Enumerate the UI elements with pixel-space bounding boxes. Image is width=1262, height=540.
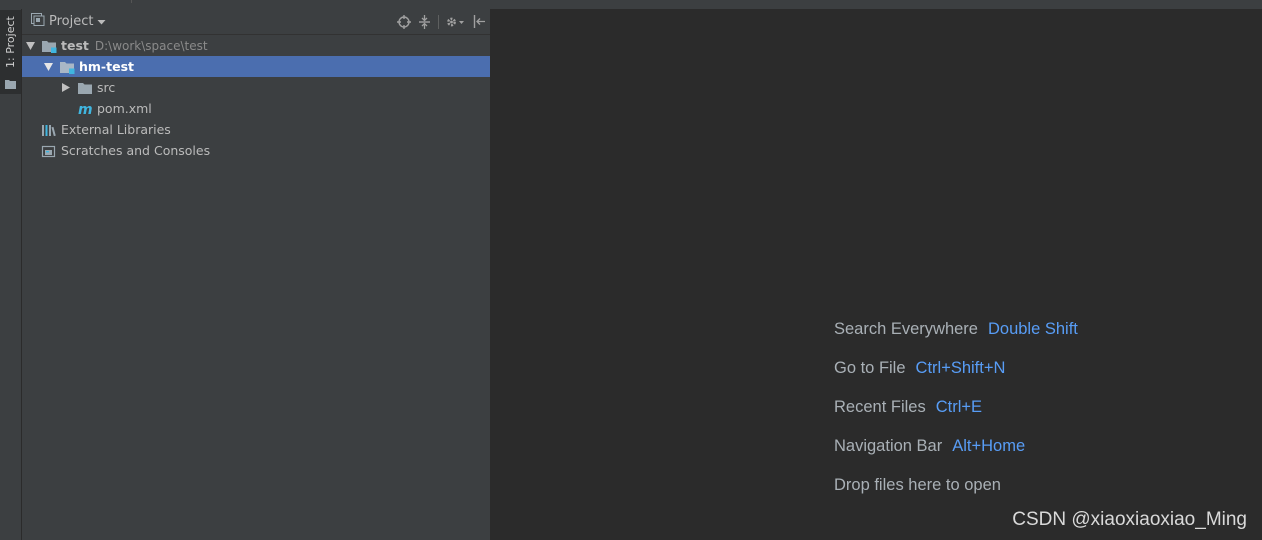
hint-shortcut: Ctrl+E <box>935 398 983 416</box>
svg-text:m: m <box>78 102 93 116</box>
editor-empty-area[interactable]: Search Everywhere Double Shift Go to File… <box>490 9 1262 540</box>
left-tool-window-strip: 1: Project <box>0 9 22 540</box>
project-tool-window-tab[interactable]: 1: Project <box>0 10 21 94</box>
project-path: D:\work\space\test <box>94 39 208 53</box>
module-folder-icon <box>41 38 57 54</box>
collapse-all-icon[interactable] <box>417 14 432 29</box>
libraries-icon <box>41 122 57 138</box>
top-bar-divider <box>131 0 132 3</box>
folder-icon <box>77 80 93 96</box>
editor-hints: Search Everywhere Double Shift Go to File… <box>834 316 1078 511</box>
tree-node-hm-test[interactable]: hm-test <box>22 56 490 77</box>
project-panel-title: Project <box>49 14 94 29</box>
hint-go-to-file: Go to File Ctrl+Shift+N <box>834 355 1078 394</box>
scratches-icon <box>41 143 57 159</box>
module-folder-icon <box>59 59 75 75</box>
hint-recent-files: Recent Files Ctrl+E <box>834 394 1078 433</box>
project-tab-label: 1: Project <box>4 16 17 68</box>
watermark: CSDN @xiaoxiaoxiao_Ming <box>1012 509 1247 530</box>
toolbar-separator <box>438 14 439 29</box>
hide-panel-icon[interactable] <box>471 14 486 29</box>
hint-search-everywhere: Search Everywhere Double Shift <box>834 316 1078 355</box>
tree-node-label: src <box>97 80 116 95</box>
tree-node-external-libraries[interactable]: External Libraries <box>22 119 490 140</box>
tree-node-test[interactable]: test D:\work\space\test <box>22 35 490 56</box>
collapsed-arrow-icon[interactable] <box>61 83 71 93</box>
hint-label: Recent Files <box>834 398 926 416</box>
hint-navigation-bar: Navigation Bar Alt+Home <box>834 433 1078 472</box>
chevron-down-icon <box>97 14 106 29</box>
gear-icon[interactable] <box>445 14 465 29</box>
hint-label: Drop files here to open <box>834 476 1001 494</box>
project-panel: Project test D:\work\space\test hm-test … <box>22 9 490 540</box>
hint-shortcut: Ctrl+Shift+N <box>915 359 1006 377</box>
hint-shortcut: Double Shift <box>987 320 1078 338</box>
hint-label: Go to File <box>834 359 906 377</box>
expanded-arrow-icon[interactable] <box>25 41 35 51</box>
locate-icon[interactable] <box>396 14 411 29</box>
hint-label: Search Everywhere <box>834 320 978 338</box>
tree-node-scratches-and-consoles[interactable]: Scratches and Consoles <box>22 140 490 161</box>
tree-node-pom-xml[interactable]: m pom.xml <box>22 98 490 119</box>
tree-node-label: test <box>61 38 89 53</box>
tree-node-label: pom.xml <box>97 101 152 116</box>
tree-node-src[interactable]: src <box>22 77 490 98</box>
project-panel-header: Project <box>22 9 490 35</box>
hint-drop-files: Drop files here to open <box>834 472 1078 511</box>
maven-file-icon: m <box>77 101 93 117</box>
hint-label: Navigation Bar <box>834 437 943 455</box>
tree-node-label: hm-test <box>79 59 134 74</box>
folder-icon <box>5 74 16 93</box>
project-view-selector[interactable]: Project <box>31 13 106 30</box>
hint-shortcut: Alt+Home <box>952 437 1026 455</box>
tree-node-label: External Libraries <box>61 122 171 137</box>
expanded-arrow-icon[interactable] <box>43 62 53 72</box>
tree-node-label: Scratches and Consoles <box>61 143 211 158</box>
project-tree: test D:\work\space\test hm-test src m po… <box>22 35 490 161</box>
project-view-icon <box>31 13 45 30</box>
